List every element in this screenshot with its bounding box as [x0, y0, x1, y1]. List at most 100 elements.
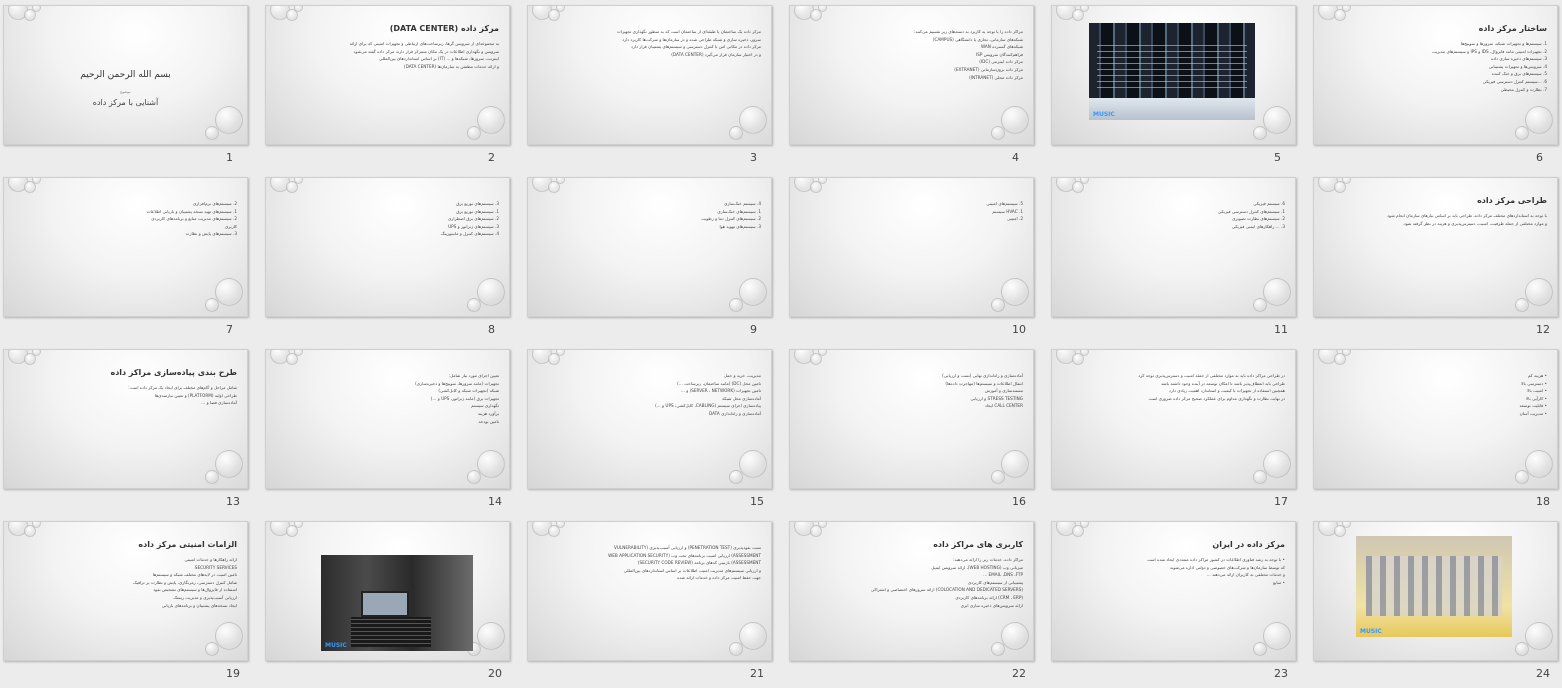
slide-number: 21: [750, 667, 764, 680]
water-drop-decoration: [729, 642, 743, 656]
slide-thumbnail-cell[interactable]: 4. سیستم خنک‌سازی 1. سیستم‌های خنک‌سازی 2.…: [524, 172, 786, 344]
slide-body-line: 1. سیستم‌ها و تجهیزات شبکه، سرورها و سوی…: [1460, 41, 1547, 46]
slide-thumbnail-cell[interactable]: • هزینه کم • دسترسی بالا • امنیت بالا • کار…: [1310, 344, 1562, 516]
slide-thumbnail[interactable]: MUSIC: [1313, 521, 1558, 661]
slide-body-text: • با توجه به رشد فناوری اطلاعات در کشور …: [1064, 556, 1285, 586]
slide-thumbnail-cell[interactable]: طرح بندی پیاده‌سازی مراکز داده شامل مراحل…: [0, 344, 262, 516]
slide-thumbnail-cell[interactable]: آماده‌سازی و راه‌اندازی نهایی (تست و ارز…: [786, 344, 1048, 516]
slide-thumbnail[interactable]: مدیریت، خرید و حمل تامین محل (DC) (مانند …: [527, 349, 772, 489]
slide-body-line: سرویس و نگهداری اطلاعات در یک مکان متمرک…: [353, 48, 499, 54]
slide-body-text: تعیین اجزای مورد نیاز شامل: تجهیزات (مانن…: [278, 372, 499, 425]
slide-thumbnail[interactable]: MUSIC: [1051, 5, 1296, 145]
slide-body-line: تامین تجهیزات (SERVER ، NETWORK) و ...: [680, 388, 761, 394]
slide-body-line: استفاده از فایروال‌ها و سیستم‌های تشخیص …: [153, 587, 237, 593]
slide-thumbnail[interactable]: تست نفوذپذیری (PENETRATION TEST) و ارزیا…: [527, 521, 772, 661]
slide-body-line: مرکز داده یک ساختمان یا طبقه‌ای از ساختم…: [616, 29, 761, 34]
water-drop-decoration: [991, 470, 1005, 484]
water-drop-decoration: [1515, 470, 1529, 484]
slide-thumbnail[interactable]: 3. سیستم‌های توزیع برق 1. سیستم‌های توزیع…: [265, 177, 510, 317]
slide-thumbnail-cell[interactable]: مرکز داده در ایران • با توجه به رشد فناور…: [1048, 516, 1310, 688]
slide-thumbnail-cell[interactable]: 3. سیستم‌های توزیع برق 1. سیستم‌های توزیع…: [262, 172, 524, 344]
slide-thumbnail-cell[interactable]: در طراحی مراکز داده باید به موارد مختلفی…: [1048, 344, 1310, 516]
slide-thumbnail-cell[interactable]: MUSIC 5: [1048, 0, 1310, 172]
slide-thumbnail[interactable]: در طراحی مراکز داده باید به موارد مختلفی…: [1051, 349, 1296, 489]
slide-thumbnail[interactable]: الزامات امنیتی مرکز داده ارائه راهکارها و…: [3, 521, 248, 661]
slide-thumbnail[interactable]: مرکز داده یک ساختمان یا طبقه‌ای از ساختم…: [527, 5, 772, 145]
slide-thumbnail-cell[interactable]: ساختار مرکز داده 1. سیستم‌ها و تجهیزات شب…: [1310, 0, 1562, 172]
slide-thumbnail[interactable]: طراحی مرکز داده با توجه به استانداردهای م…: [1313, 177, 1558, 317]
slide-body-text: 2. سیستم‌های نرم‌افزاری 1. سیستم‌های تهیه…: [16, 200, 237, 238]
slide-thumbnail[interactable]: 6. سیستم فیزیکی 1. سیستم‌های کنترل دسترسی…: [1051, 177, 1296, 317]
slide-number: 17: [1274, 495, 1288, 508]
slide-body-line: 2. سیستم‌های نظارت تصویری: [1232, 216, 1285, 222]
slide-body-text: شامل مراحل و گام‌های مختلف برای ایجاد یک…: [16, 384, 237, 407]
slide-thumbnail[interactable]: 5. سیستم‌های امنیتی 1. HVAC سیستم 2. امنیت…: [789, 177, 1034, 317]
slide-photo-rack: MUSIC: [321, 555, 473, 651]
slide-body-line: 3. سیستم‌های تهویه هوا: [719, 223, 761, 229]
slide-thumbnail-cell[interactable]: کاربری های مراکز داده مراکز داده، خدمات ز…: [786, 516, 1048, 688]
slide-body-line: کاربری: [224, 223, 237, 229]
slide-body-line: 1. سیستم‌های خنک‌سازی: [717, 208, 761, 214]
slide-body-line: 7. نظارت و کنترل محیطی: [1500, 86, 1547, 92]
slide-body-line: آماده‌سازی و راه‌اندازی DATA: [708, 410, 761, 416]
slide-thumbnail[interactable]: مرکز داده در ایران • با توجه به رشد فناور…: [1051, 521, 1296, 661]
water-drop-decoration: [32, 178, 41, 184]
slide-thumbnail-cell[interactable]: MUSIC 20: [262, 516, 524, 688]
slide-body-text: مرکز داده یک ساختمان یا طبقه‌ای از ساختم…: [540, 28, 761, 58]
water-drop-decoration: [294, 522, 303, 528]
slide-title: ساختار مرکز داده: [1478, 24, 1547, 33]
slide-thumbnail-cell[interactable]: MUSIC 24: [1310, 516, 1562, 688]
water-drop-decoration: [1080, 350, 1089, 356]
slide-body-line: اینترنت، سرورها، شبکه‌ها و ... (IT) بر ا…: [378, 56, 499, 62]
water-drop-decoration: [294, 178, 303, 184]
water-drop-decoration: [215, 450, 243, 478]
slide-thumbnail-cell[interactable]: مرکز داده یک ساختمان یا طبقه‌ای از ساختم…: [524, 0, 786, 172]
water-drop-decoration: [1253, 470, 1267, 484]
slide-number: 13: [226, 495, 240, 508]
slide-thumbnail-cell[interactable]: 6. سیستم فیزیکی 1. سیستم‌های کنترل دسترسی…: [1048, 172, 1310, 344]
slide-thumbnail-cell[interactable]: تعیین اجزای مورد نیاز شامل: تجهیزات (مانن…: [262, 344, 524, 516]
slide-number: 2: [488, 151, 495, 164]
slide-body-text: با توجه به استانداردهای مختلف مرکز داده،…: [1326, 212, 1547, 227]
slide-thumbnail[interactable]: بسم الله الرحمن الرحیم موضوع آشنایی با مرک…: [3, 5, 248, 145]
slide-body-line: شبکه‌های گسترده WAN: [980, 44, 1023, 50]
slide-thumbnail-cell[interactable]: طراحی مرکز داده با توجه به استانداردهای م…: [1310, 172, 1562, 344]
slide-body-line: ارزیابی آسیب‌پذیری و مدیریت ریسک: [173, 594, 237, 600]
slide-thumbnail[interactable]: کاربری های مراکز داده مراکز داده، خدمات ز…: [789, 521, 1034, 661]
slide-thumbnail-cell[interactable]: 2. سیستم‌های نرم‌افزاری 1. سیستم‌های تهیه…: [0, 172, 262, 344]
water-drop-decoration: [477, 278, 505, 306]
slide-title: الزامات امنیتی مرکز داده: [138, 540, 237, 549]
slide-number: 9: [750, 323, 757, 336]
slide-thumbnail-cell[interactable]: مرکز داده (DATA CENTER) به مجموعه‌ای از س…: [262, 0, 524, 172]
slide-thumbnail-cell[interactable]: الزامات امنیتی مرکز داده ارائه راهکارها و…: [0, 516, 262, 688]
slide-topic: آشنایی با مرکز داده: [92, 98, 159, 107]
slide-thumbnail-cell[interactable]: مدیریت، خرید و حمل تامین محل (DC) (مانند …: [524, 344, 786, 516]
slide-thumbnail[interactable]: مراکز داده را با توجه به کاربرد به دسته‌…: [789, 5, 1034, 145]
slide-thumbnail[interactable]: تعیین اجزای مورد نیاز شامل: تجهیزات (مانن…: [265, 349, 510, 489]
slide-body-line: • منابع: [1273, 579, 1285, 585]
slide-thumbnail[interactable]: • هزینه کم • دسترسی بالا • امنیت بالا • کار…: [1313, 349, 1558, 489]
slide-thumbnail[interactable]: 4. سیستم خنک‌سازی 1. سیستم‌های خنک‌سازی 2.…: [527, 177, 772, 317]
slide-thumbnail-cell[interactable]: بسم الله الرحمن الرحیم موضوع آشنایی با مرک…: [0, 0, 262, 172]
slide-sorter-grid: بسم الله الرحمن الرحیم موضوع آشنایی با مرک…: [0, 0, 1562, 686]
slide-body-line: مستندسازی و آموزش: [984, 388, 1023, 394]
slide-body-line: با توجه به استانداردهای مختلف مرکز داده،…: [1387, 213, 1547, 218]
slide-thumbnail-cell[interactable]: 5. سیستم‌های امنیتی 1. HVAC سیستم 2. امنیت…: [786, 172, 1048, 344]
slide-body-line: 2. سیستم‌های نرم‌افزاری: [193, 201, 237, 206]
slide-title: طرح بندی پیاده‌سازی مراکز داده: [110, 368, 237, 377]
slide-body-line: 2. تجهیزات امنیتی مانند فایروال، IDS و I…: [1431, 48, 1547, 54]
slide-body-line: پشتیبانی از سیستم‌های کاربردی: [967, 579, 1023, 585]
slide-thumbnail[interactable]: طرح بندی پیاده‌سازی مراکز داده شامل مراحل…: [3, 349, 248, 489]
slide-thumbnail[interactable]: آماده‌سازی و راه‌اندازی نهایی (تست و ارز…: [789, 349, 1034, 489]
slide-body-text: 3. سیستم‌های توزیع برق 1. سیستم‌های توزیع…: [278, 200, 499, 238]
slide-thumbnail[interactable]: مرکز داده (DATA CENTER) به مجموعه‌ای از س…: [265, 5, 510, 145]
slide-thumbnail[interactable]: ساختار مرکز داده 1. سیستم‌ها و تجهیزات شب…: [1313, 5, 1558, 145]
water-drop-decoration: [1342, 6, 1351, 12]
slide-body-line: و ارائه خدمات مطمئن به سازمان‌ها (DATA C…: [403, 63, 499, 69]
water-drop-decoration: [991, 642, 1005, 656]
water-drop-decoration: [739, 278, 767, 306]
slide-thumbnail[interactable]: 2. سیستم‌های نرم‌افزاری 1. سیستم‌های تهیه…: [3, 177, 248, 317]
slide-thumbnail-cell[interactable]: مراکز داده را با توجه به کاربرد به دسته‌…: [786, 0, 1048, 172]
slide-thumbnail-cell[interactable]: تست نفوذپذیری (PENETRATION TEST) و ارزیا…: [524, 516, 786, 688]
slide-thumbnail[interactable]: MUSIC: [265, 521, 510, 661]
